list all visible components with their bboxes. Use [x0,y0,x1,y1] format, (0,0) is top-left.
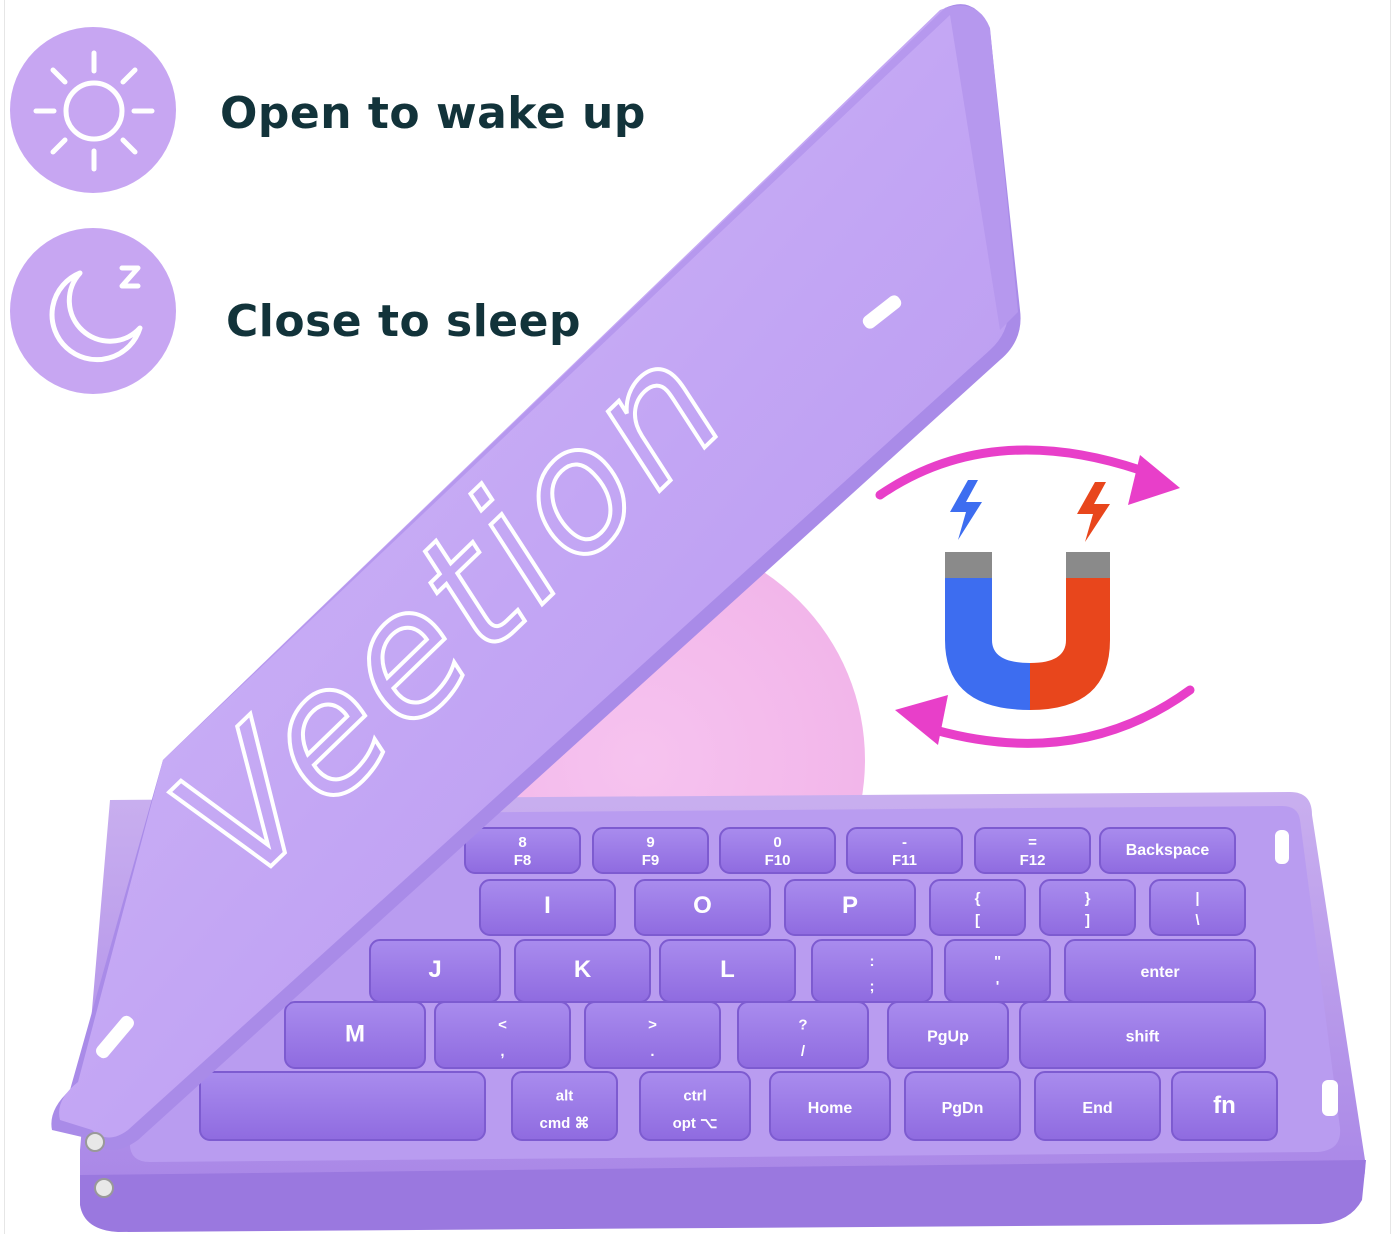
lightning-icon [950,480,982,540]
key-label: : [870,953,875,970]
magnet-slot [1275,830,1289,864]
key-label: F9 [642,852,660,869]
key-label: = [1028,834,1037,851]
feature-label-sleep: Close to sleep [226,296,581,347]
key-label: End [1082,1100,1112,1117]
key-label: Home [808,1100,853,1117]
key-label: L [720,956,735,983]
key-label: ctrl [683,1088,706,1105]
magnet-slot [1322,1080,1338,1116]
keyboard-illustration: 8F89F90F10-F11=F12BackspaceI O P {[}]|\J K L:… [51,4,1366,1232]
key-label: cmd ⌘ [539,1115,589,1132]
keyboard-key [199,1071,486,1141]
key-label: PgUp [927,1029,969,1046]
key-label: O [693,892,712,919]
key-label: > [648,1017,657,1034]
key-label: ? [798,1017,807,1034]
key-label: Backspace [1126,842,1210,859]
sun-icon [10,27,176,193]
key-label: PgDn [942,1100,984,1117]
key-label: ' [996,978,1000,995]
key-label: J [428,956,441,983]
key-label: alt [556,1088,574,1105]
key-label: " [994,953,1001,970]
key-label: ; [870,978,875,995]
hinge-screw [94,1178,114,1198]
key-label: fn [1213,1092,1236,1119]
key-label: F8 [514,852,532,869]
magnet-graphic [875,445,1195,748]
lightning-icon [1077,482,1110,542]
key-label: M [345,1021,365,1048]
key-label: < [498,1017,507,1034]
key-label: K [574,956,592,983]
key-label: opt ⌥ [673,1115,718,1132]
key-label: shift [1126,1029,1160,1046]
key-label: . [650,1043,654,1060]
key-label: , [500,1043,504,1060]
key-label: { [975,890,981,907]
key-label: P [842,892,858,919]
magnet-icon [945,578,1030,710]
key-label: F10 [765,852,791,869]
hinge-screw [85,1132,105,1152]
key-label: I [544,892,551,919]
key-label: F12 [1020,852,1046,869]
key-label: } [1085,890,1091,907]
key-label: F11 [892,852,917,869]
product-image: 8 F8 9 F9 0 F10- F11 = F12 Backspace I O P{[}] | \ J K L:… [0,0,1391,1236]
key-label: [ [975,912,980,929]
key-label: | [1195,890,1199,907]
key-label: - [902,834,907,851]
key-label: 0 [773,834,781,851]
key-label: enter [1140,964,1179,981]
feature-label-wake: Open to wake up [220,88,646,139]
key-label: 8 [518,834,526,851]
key-label: 9 [646,834,654,851]
moon-sleep-icon [10,228,176,394]
key-label: ] [1085,912,1090,929]
